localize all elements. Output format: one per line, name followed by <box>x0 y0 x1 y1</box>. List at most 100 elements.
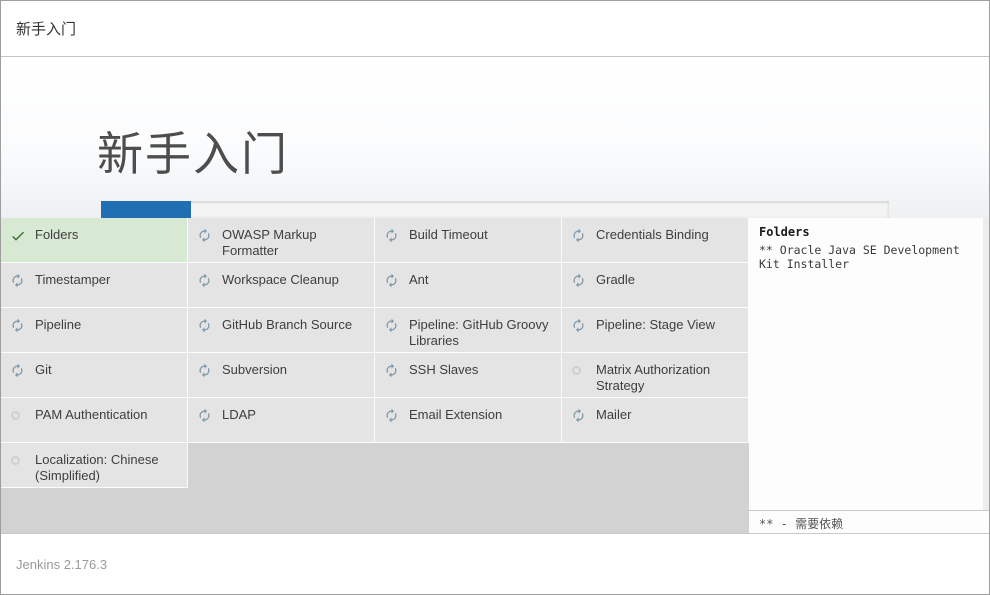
plugin-cell-gradle: Gradle <box>562 263 749 308</box>
plugin-status-icon <box>571 317 587 352</box>
spinner-icon <box>384 363 399 378</box>
plugin-status-icon <box>571 407 587 442</box>
plugin-label: Email Extension <box>409 407 502 442</box>
jenkins-setup-window: 新手入门 新手入门 Folders OWASP Markup Formatter B… <box>0 0 990 595</box>
console-body: Folders ** Oracle Java SE Development Ki… <box>749 218 989 271</box>
plugin-label: OWASP Markup Formatter <box>222 227 368 262</box>
plugin-cell-pipeline-github-groovy-libraries: Pipeline: GitHub Groovy Libraries <box>375 308 562 353</box>
plugin-label: Subversion <box>222 362 287 397</box>
spinner-icon <box>197 408 212 423</box>
topbar: 新手入门 <box>1 1 989 57</box>
check-icon <box>10 228 26 244</box>
plugin-label: Mailer <box>596 407 631 442</box>
pending-circle-icon <box>572 366 581 375</box>
spinner-icon <box>384 318 399 333</box>
plugin-cell-localization-chinese-simplified: Localization: Chinese (Simplified) <box>1 443 188 488</box>
plugin-status-icon <box>384 227 400 262</box>
hero-section: 新手入门 <box>1 57 989 218</box>
spinner-icon <box>384 408 399 423</box>
plugin-status-icon <box>197 272 213 307</box>
spinner-icon <box>10 363 25 378</box>
plugin-status-icon <box>197 362 213 397</box>
plugin-cell-ssh-slaves: SSH Slaves <box>375 353 562 398</box>
plugin-cell-pipeline-stage-view: Pipeline: Stage View <box>562 308 749 353</box>
plugin-cell-git: Git <box>1 353 188 398</box>
console-log: ** Oracle Java SE Development Kit Instal… <box>759 243 979 271</box>
plugin-cell-subversion: Subversion <box>188 353 375 398</box>
plugin-cell-workspace-cleanup: Workspace Cleanup <box>188 263 375 308</box>
console-log-line: ** Oracle Java SE Development Kit Instal… <box>759 243 979 271</box>
plugin-status-icon <box>10 227 26 262</box>
pending-circle-icon <box>11 411 20 420</box>
plugin-label: Timestamper <box>35 272 110 307</box>
spinner-icon <box>10 318 25 333</box>
plugin-cell-credentials-binding: Credentials Binding <box>562 218 749 263</box>
plugin-cell-email-extension: Email Extension <box>375 398 562 443</box>
plugin-label: LDAP <box>222 407 256 442</box>
plugin-cell-build-timeout: Build Timeout <box>375 218 562 263</box>
plugin-cell-ldap: LDAP <box>188 398 375 443</box>
plugin-label: Build Timeout <box>409 227 488 262</box>
jenkins-version: Jenkins 2.176.3 <box>16 557 107 572</box>
plugin-status-icon <box>197 407 213 442</box>
plugin-status-icon <box>384 317 400 352</box>
plugin-status-icon <box>384 272 400 307</box>
plugin-status-icon <box>10 362 26 397</box>
hero-title: 新手入门 <box>97 118 289 184</box>
plugin-label: Pipeline <box>35 317 81 352</box>
plugin-cell-mailer: Mailer <box>562 398 749 443</box>
plugin-status-icon <box>10 407 26 442</box>
plugin-cell-matrix-authorization-strategy: Matrix Authorization Strategy <box>562 353 749 398</box>
plugin-label: GitHub Branch Source <box>222 317 352 352</box>
plugin-status-icon <box>10 317 26 352</box>
plugin-cell-pipeline: Pipeline <box>1 308 188 353</box>
plugin-label: Pipeline: Stage View <box>596 317 715 352</box>
plugin-label: PAM Authentication <box>35 407 148 442</box>
install-console-panel: Folders ** Oracle Java SE Development Ki… <box>749 218 989 533</box>
scrollbar[interactable] <box>983 218 989 510</box>
plugin-status-icon <box>571 272 587 307</box>
plugin-cell-timestamper: Timestamper <box>1 263 188 308</box>
plugin-cell-owasp-markup-formatter: OWASP Markup Formatter <box>188 218 375 263</box>
plugin-label: Ant <box>409 272 429 307</box>
plugin-cell-folders: Folders <box>1 218 188 263</box>
plugin-cell-github-branch-source: GitHub Branch Source <box>188 308 375 353</box>
progress-bar <box>101 201 889 218</box>
spinner-icon <box>384 273 399 288</box>
plugin-label: Credentials Binding <box>596 227 709 262</box>
plugin-label: Pipeline: GitHub Groovy Libraries <box>409 317 555 352</box>
plugin-status-icon <box>571 227 587 262</box>
plugin-status-icon <box>10 272 26 307</box>
spinner-icon <box>571 228 586 243</box>
spinner-icon <box>197 363 212 378</box>
spinner-icon <box>197 273 212 288</box>
plugin-status-icon <box>571 362 587 397</box>
dependency-note: ** - 需要依赖 <box>749 510 989 533</box>
plugin-status-icon <box>197 317 213 352</box>
plugin-label: Gradle <box>596 272 635 307</box>
plugin-label: Workspace Cleanup <box>222 272 339 307</box>
plugin-label: Matrix Authorization Strategy <box>596 362 742 397</box>
plugin-status-icon <box>10 452 26 487</box>
progress-fill <box>101 201 191 218</box>
footer: Jenkins 2.176.3 <box>1 533 989 594</box>
page-title: 新手入门 <box>16 18 76 39</box>
plugin-status-icon <box>384 362 400 397</box>
spinner-icon <box>571 408 586 423</box>
pending-circle-icon <box>11 456 20 465</box>
spinner-icon <box>197 228 212 243</box>
plugin-label: Git <box>35 362 52 397</box>
spinner-icon <box>197 318 212 333</box>
console-plugin-title: Folders <box>759 225 979 239</box>
spinner-icon <box>384 228 399 243</box>
plugin-status-icon <box>197 227 213 262</box>
plugin-cell-ant: Ant <box>375 263 562 308</box>
spinner-icon <box>571 273 586 288</box>
plugin-grid: Folders OWASP Markup Formatter Build Timeo… <box>1 218 749 533</box>
plugin-status-icon <box>384 407 400 442</box>
spinner-icon <box>571 318 586 333</box>
plugin-label: Folders <box>35 227 78 262</box>
plugin-label: Localization: Chinese (Simplified) <box>35 452 181 487</box>
install-area: Folders OWASP Markup Formatter Build Timeo… <box>1 218 989 533</box>
spinner-icon <box>10 273 25 288</box>
